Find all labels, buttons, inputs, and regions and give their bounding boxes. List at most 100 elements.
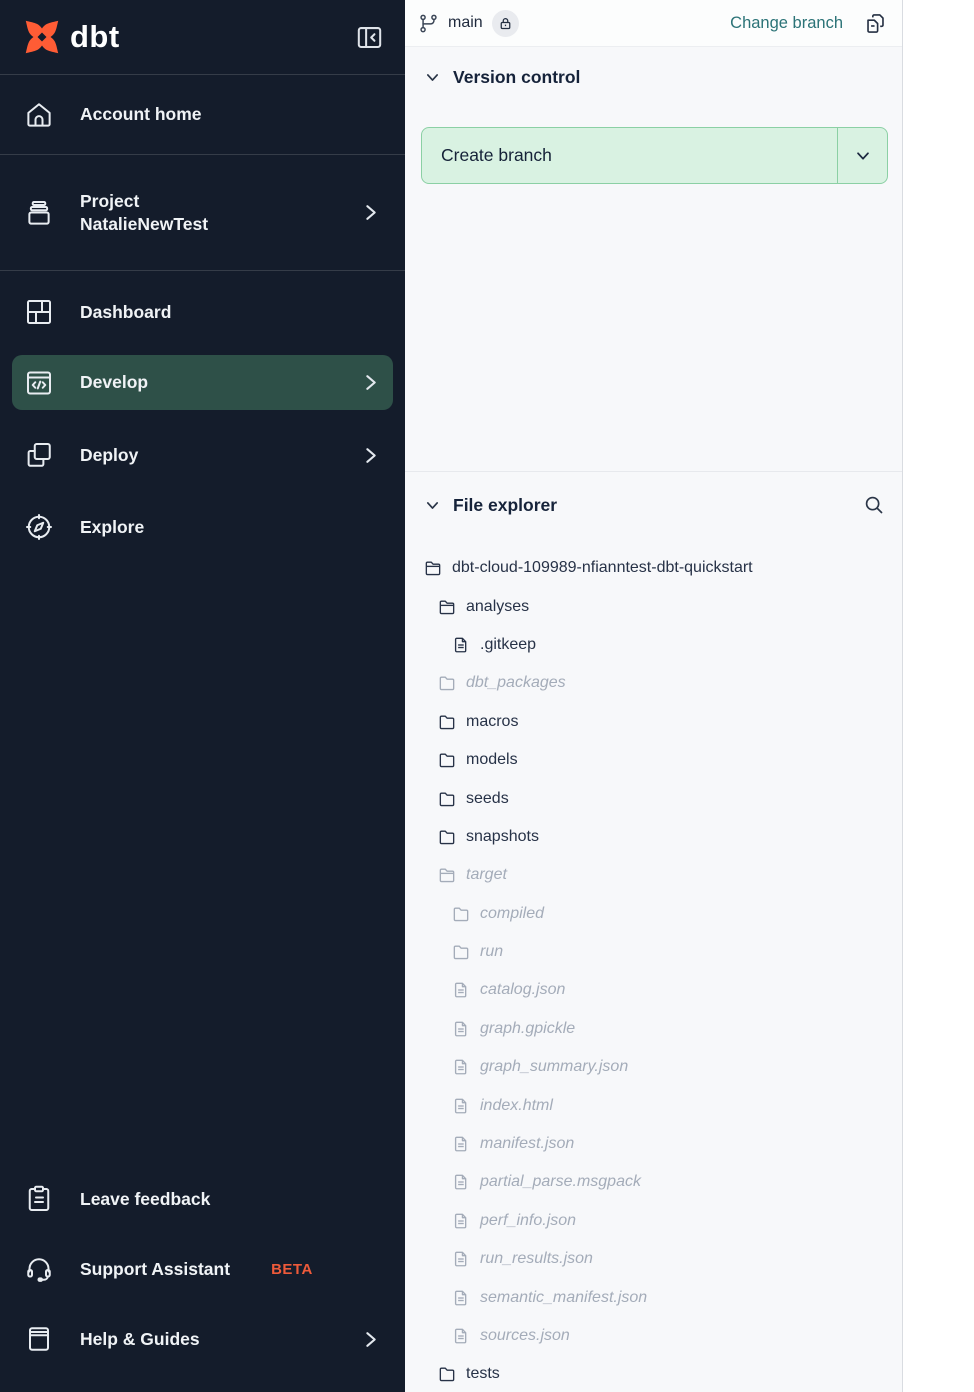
file-explorer-header[interactable]: File explorer — [405, 472, 902, 516]
sidebar-item-develop[interactable]: Develop — [12, 355, 393, 410]
folder-icon — [452, 943, 470, 961]
home-icon — [24, 100, 54, 130]
file-tree-item[interactable]: target — [405, 856, 902, 894]
file-tree-item[interactable]: partial_parse.msgpack — [405, 1163, 902, 1201]
file-tree-item[interactable]: dbt_packages — [405, 664, 902, 702]
headset-icon — [24, 1254, 54, 1284]
file-tree-item[interactable]: dbt-cloud-109989-nfianntest-dbt-quicksta… — [405, 549, 902, 587]
copy-icon[interactable] — [864, 12, 887, 35]
folder-open-icon — [438, 598, 456, 616]
sidebar-item-explore[interactable]: Explore — [0, 492, 405, 562]
collapse-sidebar-icon[interactable] — [356, 24, 383, 51]
file-tree-item[interactable]: graph.gpickle — [405, 1010, 902, 1048]
file-name: compiled — [480, 905, 544, 923]
folder-icon — [438, 1365, 456, 1383]
create-branch-dropdown[interactable] — [837, 128, 887, 183]
file-name: catalog.json — [480, 981, 565, 999]
sidebar-item-label: Support Assistant — [80, 1258, 230, 1281]
file-tree-item[interactable]: sources.json — [405, 1317, 902, 1355]
sidebar-item-label: Develop — [80, 371, 148, 394]
beta-badge: BETA — [271, 1261, 313, 1278]
app-root: dbt Account home — [0, 0, 974, 1392]
sidebar-item-account-home[interactable]: Account home — [0, 75, 405, 155]
file-tree-item[interactable]: models — [405, 741, 902, 779]
file-tree-item[interactable]: semantic_manifest.json — [405, 1278, 902, 1316]
sidebar: dbt Account home — [0, 0, 405, 1392]
file-tree-item[interactable]: perf_info.json — [405, 1202, 902, 1240]
sidebar-header: dbt — [0, 0, 405, 75]
create-branch-button: Create branch — [421, 127, 888, 184]
chevron-down-icon — [424, 497, 441, 514]
file-tree-item[interactable]: manifest.json — [405, 1125, 902, 1163]
project-icon — [24, 198, 54, 228]
file-tree-item[interactable]: run_results.json — [405, 1240, 902, 1278]
file-explorer-section: File explorer — [405, 472, 902, 1392]
file-tree-item[interactable]: tests — [405, 1355, 902, 1392]
file-name: macros — [466, 713, 518, 731]
branch-lock-badge — [492, 10, 519, 37]
git-branch-icon — [418, 13, 439, 34]
version-control-panel: main Change branch — [405, 0, 903, 1392]
section-title: File explorer — [453, 495, 557, 516]
file-name: manifest.json — [480, 1135, 574, 1153]
explore-icon — [24, 512, 54, 542]
file-name: target — [466, 866, 507, 884]
branch-bar: main Change branch — [405, 0, 902, 47]
sidebar-item-label: Dashboard — [80, 301, 171, 324]
folder-open-icon — [438, 866, 456, 884]
create-branch-action[interactable]: Create branch — [422, 128, 837, 183]
file-name: run — [480, 943, 503, 961]
lock-icon — [498, 16, 513, 31]
sidebar-item-help-guides[interactable]: Help & Guides — [0, 1304, 405, 1374]
file-name: semantic_manifest.json — [480, 1289, 647, 1307]
file-tree-item[interactable]: index.html — [405, 1086, 902, 1124]
file-tree-item[interactable]: .gitkeep — [405, 626, 902, 664]
file-name: graph_summary.json — [480, 1058, 628, 1076]
sidebar-nav: Account home Project NatalieNewTest — [0, 75, 405, 562]
file-name: graph.gpickle — [480, 1020, 575, 1038]
sidebar-item-label: Explore — [80, 516, 144, 539]
section-title: Version control — [453, 67, 580, 88]
dbt-logo-text: dbt — [70, 19, 120, 55]
file-icon — [452, 1058, 470, 1076]
dbt-logo-icon — [21, 17, 63, 57]
sidebar-item-label: Account home — [80, 103, 202, 126]
file-name: index.html — [480, 1097, 553, 1115]
sidebar-item-label: Deploy — [80, 444, 138, 467]
sidebar-item-support-assistant[interactable]: Support Assistant BETA — [0, 1234, 405, 1304]
file-icon — [452, 1135, 470, 1153]
folder-icon — [438, 674, 456, 692]
folder-open-icon — [424, 559, 442, 577]
file-name: dbt_packages — [466, 674, 566, 692]
file-name: models — [466, 751, 518, 769]
file-name: partial_parse.msgpack — [480, 1173, 641, 1191]
folder-icon — [438, 828, 456, 846]
file-icon — [452, 1212, 470, 1230]
current-branch[interactable]: main — [418, 10, 519, 37]
sidebar-item-project[interactable]: Project NatalieNewTest — [0, 155, 405, 271]
file-tree-item[interactable]: graph_summary.json — [405, 1048, 902, 1086]
file-tree-item[interactable]: seeds — [405, 779, 902, 817]
dashboard-icon — [24, 297, 54, 327]
change-branch-link[interactable]: Change branch — [730, 14, 843, 33]
folder-icon — [438, 751, 456, 769]
version-control-header[interactable]: Version control — [405, 47, 902, 88]
file-tree-item[interactable]: analyses — [405, 587, 902, 625]
dbt-logo[interactable]: dbt — [21, 17, 120, 57]
folder-icon — [452, 905, 470, 923]
file-tree-item[interactable]: compiled — [405, 895, 902, 933]
file-name: seeds — [466, 790, 509, 808]
search-icon[interactable] — [863, 494, 885, 516]
file-tree-item[interactable]: macros — [405, 703, 902, 741]
file-tree-item[interactable]: run — [405, 933, 902, 971]
sidebar-item-label: Leave feedback — [80, 1188, 210, 1211]
file-tree-item[interactable]: snapshots — [405, 818, 902, 856]
sidebar-item-dashboard[interactable]: Dashboard — [0, 275, 405, 349]
file-name: tests — [466, 1365, 500, 1383]
file-tree-item[interactable]: catalog.json — [405, 971, 902, 1009]
file-name: run_results.json — [480, 1250, 593, 1268]
file-icon — [452, 1250, 470, 1268]
sidebar-item-leave-feedback[interactable]: Leave feedback — [0, 1164, 405, 1234]
sidebar-item-deploy[interactable]: Deploy — [0, 418, 405, 492]
file-icon — [452, 1097, 470, 1115]
